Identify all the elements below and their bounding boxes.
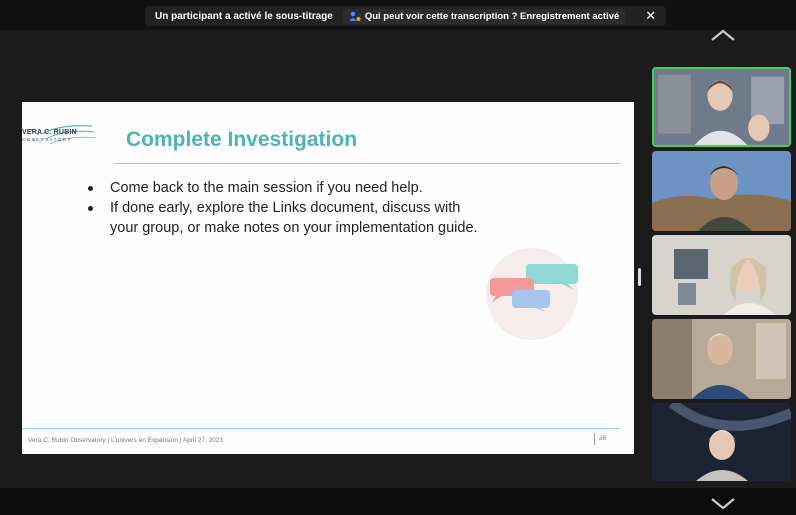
participant-avatar [652, 235, 791, 315]
bottom-bar [0, 488, 796, 515]
participant-avatar [652, 403, 791, 481]
slide-title: Complete Investigation [126, 128, 358, 151]
logo-text: VERA C. RUBIN [22, 129, 77, 136]
chevron-up-icon[interactable] [710, 28, 736, 42]
transcript-visibility-link[interactable]: Qui peut voir cette transcription ? Enre… [342, 8, 626, 24]
transcript-visibility-label: Qui peut voir cette transcription ? Enre… [364, 10, 620, 22]
title-divider [114, 163, 620, 164]
captions-notification: Un participant a activé le sous-titrage … [145, 6, 667, 26]
split-resize-handle[interactable] [638, 268, 641, 286]
footer-divider [22, 428, 620, 429]
close-icon[interactable]: ✕ [645, 8, 656, 24]
participant-avatar [652, 319, 791, 399]
logo-subtext: OBSERVATORY [22, 138, 72, 143]
slide-page-number: 36 [594, 433, 606, 445]
participant-avatar [652, 151, 791, 231]
person-icon [349, 11, 361, 21]
participant-video-2[interactable] [652, 151, 791, 231]
shared-slide: VERA C. RUBIN OBSERVATORY Complete Inves… [22, 102, 634, 454]
participant-video-5[interactable] [652, 403, 791, 481]
captions-message: Un participant a activé le sous-titrage [155, 10, 333, 22]
chat-bubbles-icon [486, 248, 578, 340]
slide-footer: Vera C. Rubin Observatory | L'univers en… [28, 437, 224, 444]
participant-video-3[interactable] [652, 235, 791, 315]
bullet-list: Come back to the main session if you nee… [88, 178, 488, 238]
participant-video-1[interactable] [652, 67, 791, 147]
participant-avatar [654, 69, 789, 145]
chevron-down-icon[interactable] [710, 497, 736, 511]
bullet-item: If done early, explore the Links documen… [88, 198, 488, 238]
bullet-item: Come back to the main session if you nee… [88, 178, 488, 198]
participant-video-4[interactable] [652, 319, 791, 399]
